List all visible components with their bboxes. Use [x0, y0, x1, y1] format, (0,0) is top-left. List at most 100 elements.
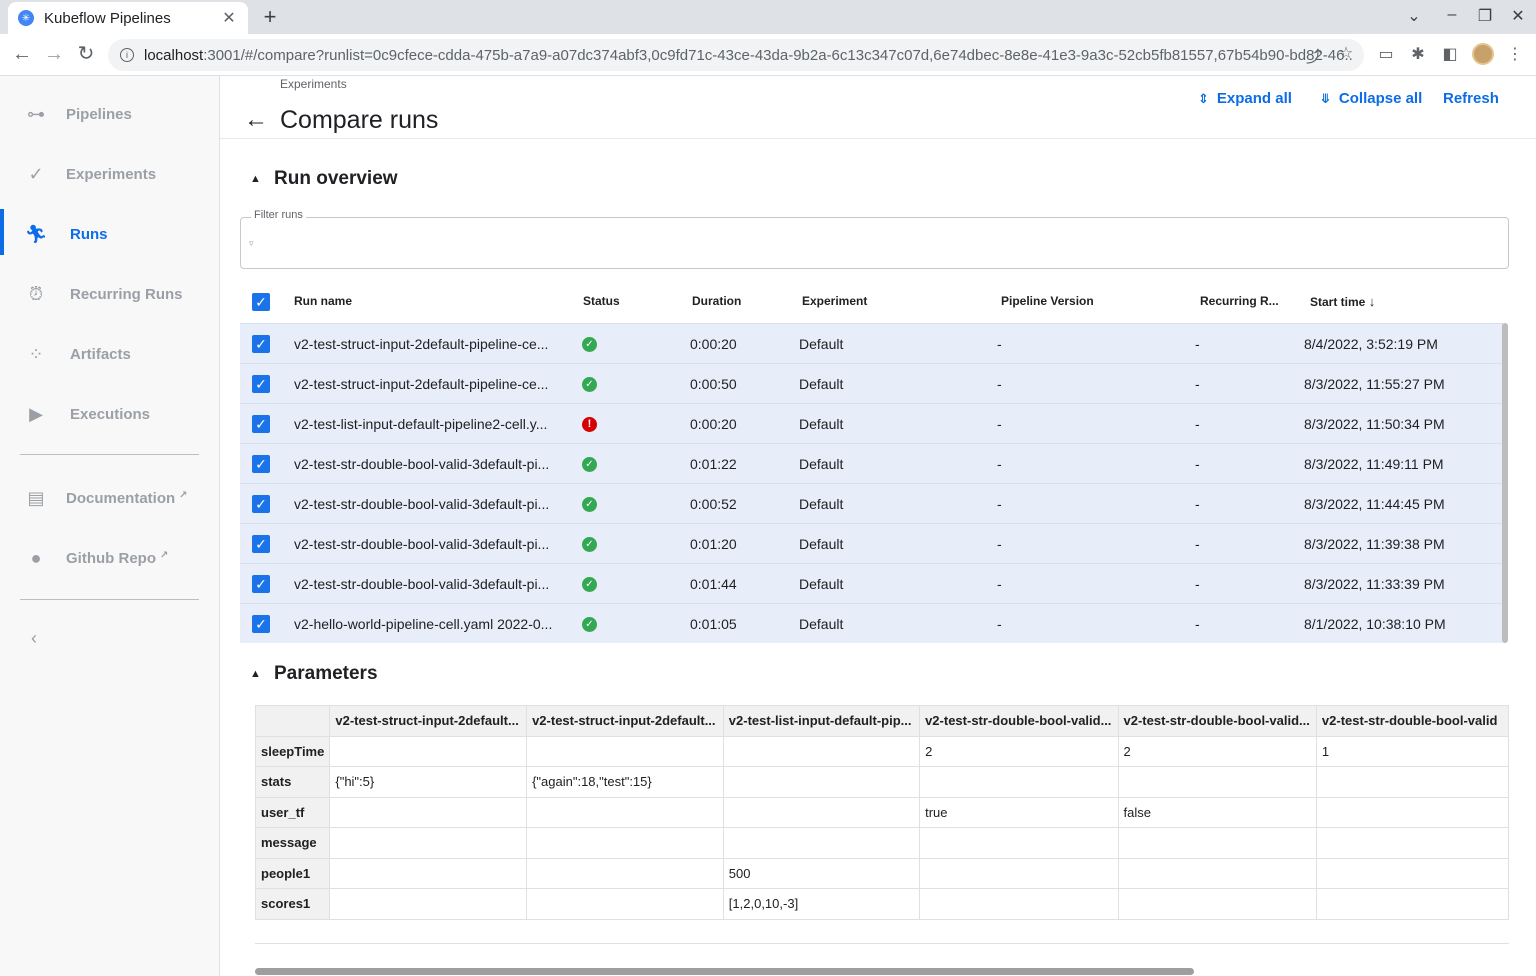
extensions-icon[interactable]: ✱: [1408, 44, 1428, 64]
restore-icon[interactable]: ❐: [1475, 6, 1495, 26]
row-checkbox[interactable]: ✓: [252, 615, 270, 633]
param-name: scores1: [255, 888, 331, 920]
share-icon[interactable]: ⤴: [1304, 43, 1324, 67]
table-row[interactable]: ✓ v2-test-struct-input-2default-pipeline-…: [240, 363, 1503, 403]
sidebar-item-pipelines[interactable]: ⊶ Pipelines: [0, 94, 219, 134]
run-name-link[interactable]: v2-test-str-double-bool-valid-3default-p…: [294, 524, 562, 564]
side-panel-icon[interactable]: ◧: [1440, 44, 1460, 64]
column-header-run-name[interactable]: Run name: [294, 294, 352, 308]
table-row[interactable]: ✓ v2-test-str-double-bool-valid-3default-…: [240, 523, 1503, 563]
row-checkbox[interactable]: ✓: [252, 455, 270, 473]
run-name-link[interactable]: v2-test-list-input-default-pipeline2-cel…: [294, 404, 562, 444]
run-experiment-link[interactable]: Default: [799, 324, 843, 364]
sidebar-link-documentation[interactable]: ▤ Documentation ↗: [0, 478, 219, 518]
external-link-icon: ↗: [160, 549, 169, 561]
column-header-duration[interactable]: Duration: [692, 294, 741, 308]
sidebar-link-github[interactable]: ● Github Repo ↗: [0, 538, 219, 578]
expand-all-button[interactable]: ⇕ Expand all: [1198, 90, 1292, 107]
param-value: [1315, 766, 1509, 798]
run-name-link[interactable]: v2-test-struct-input-2default-pipeline-c…: [294, 364, 562, 404]
run-experiment-link[interactable]: Default: [799, 444, 843, 484]
table-row[interactable]: ✓ v2-test-str-double-bool-valid-3default-…: [240, 443, 1503, 483]
run-overview-title[interactable]: Run overview: [274, 168, 398, 190]
run-name-link[interactable]: v2-test-str-double-bool-valid-3default-p…: [294, 564, 562, 604]
run-experiment-link[interactable]: Default: [799, 604, 843, 644]
site-info-icon[interactable]: i: [120, 48, 134, 62]
table-row[interactable]: ✓ v2-test-str-double-bool-valid-3default-…: [240, 563, 1503, 603]
main-content: Experiments ← Compare runs ⇕ Expand all …: [220, 76, 1536, 976]
column-header-recurring-run[interactable]: Recurring R...: [1200, 294, 1279, 308]
refresh-button[interactable]: Refresh: [1443, 90, 1499, 107]
run-duration: 0:00:20: [690, 336, 737, 352]
run-pipeline-version: -: [997, 496, 1002, 512]
breadcrumb[interactable]: Experiments: [280, 77, 347, 91]
sidebar-item-recurring-runs[interactable]: ⏰︎ Recurring Runs: [0, 274, 219, 314]
collapse-parameters-icon[interactable]: ▲: [250, 668, 261, 680]
table-row[interactable]: ✓ v2-test-list-input-default-pipeline2-ce…: [240, 403, 1503, 443]
row-checkbox[interactable]: ✓: [252, 375, 270, 393]
horizontal-scrollbar[interactable]: [255, 968, 1194, 975]
table-row[interactable]: ✓ v2-test-struct-input-2default-pipeline-…: [240, 323, 1503, 363]
run-name-link[interactable]: v2-hello-world-pipeline-cell.yaml 2022-0…: [294, 604, 562, 644]
sidebar-item-artifacts[interactable]: ⁘ Artifacts: [0, 334, 219, 374]
close-tab-icon[interactable]: ✕: [220, 8, 238, 28]
table-row[interactable]: ✓ v2-hello-world-pipeline-cell.yaml 2022-…: [240, 603, 1503, 643]
row-checkbox[interactable]: ✓: [252, 575, 270, 593]
sidebar-item-experiments[interactable]: ✓ Experiments: [0, 154, 219, 194]
run-experiment-link[interactable]: Default: [799, 524, 843, 564]
filter-runs-field[interactable]: Filter runs ▿: [240, 209, 1509, 269]
run-start-time: 8/3/2022, 11:49:11 PM: [1304, 456, 1444, 472]
browser-menu-icon[interactable]: ⋮: [1505, 44, 1525, 64]
column-header-pipeline-version[interactable]: Pipeline Version: [1001, 294, 1094, 308]
sidebar-item-executions[interactable]: ▶ Executions: [0, 394, 219, 434]
run-experiment-link[interactable]: Default: [799, 564, 843, 604]
select-all-checkbox[interactable]: ✓: [252, 293, 270, 311]
run-experiment-link[interactable]: Default: [799, 364, 843, 404]
run-name-link[interactable]: v2-test-str-double-bool-valid-3default-p…: [294, 444, 562, 484]
close-window-icon[interactable]: ✕: [1508, 6, 1528, 26]
run-duration: 0:00:50: [690, 376, 737, 392]
param-value: [919, 766, 1119, 798]
run-recurring: -: [1195, 536, 1200, 552]
run-recurring: -: [1195, 456, 1200, 472]
column-header-start-time[interactable]: Start time ↓: [1310, 294, 1375, 309]
run-experiment-link[interactable]: Default: [799, 404, 843, 444]
run-experiment-link[interactable]: Default: [799, 484, 843, 524]
sidebar-item-label: Pipelines: [66, 105, 132, 123]
table-row[interactable]: ✓ v2-test-str-double-bool-valid-3default-…: [240, 483, 1503, 523]
vertical-scrollbar[interactable]: [1502, 323, 1508, 643]
row-checkbox[interactable]: ✓: [252, 415, 270, 433]
tab-search-icon[interactable]: ⌄: [1404, 6, 1424, 26]
cast-icon[interactable]: ▭: [1376, 44, 1396, 64]
reload-icon[interactable]: ↻: [74, 42, 98, 66]
column-header-experiment[interactable]: Experiment: [802, 294, 867, 308]
back-arrow-icon[interactable]: ←: [244, 106, 268, 134]
run-duration: 0:01:22: [690, 456, 737, 472]
run-recurring: -: [1195, 576, 1200, 592]
bookmark-star-icon[interactable]: ☆: [1336, 43, 1356, 63]
run-name-link[interactable]: v2-test-struct-input-2default-pipeline-c…: [294, 324, 562, 364]
browser-tab[interactable]: ✳ Kubeflow Pipelines ✕: [8, 2, 248, 34]
run-pipeline-version: -: [997, 536, 1002, 552]
row-checkbox[interactable]: ✓: [252, 535, 270, 553]
tab-title: Kubeflow Pipelines: [44, 9, 171, 27]
profile-avatar[interactable]: [1472, 43, 1494, 65]
forward-icon[interactable]: →: [42, 42, 66, 66]
column-header-status[interactable]: Status: [583, 294, 620, 308]
url-text[interactable]: localhost:3001/#/compare?runlist=0c9cfec…: [144, 47, 1352, 64]
sidebar-item-runs[interactable]: 🏃︎ Runs: [0, 214, 219, 254]
minimize-icon[interactable]: –: [1442, 6, 1462, 24]
collapse-run-overview-icon[interactable]: ▲: [250, 173, 261, 185]
back-icon[interactable]: ←: [10, 42, 34, 66]
collapse-sidebar-button[interactable]: ‹: [0, 618, 219, 658]
run-name-link[interactable]: v2-test-str-double-bool-valid-3default-p…: [294, 484, 562, 524]
url-bar[interactable]: i localhost:3001/#/compare?runlist=0c9cf…: [108, 39, 1364, 71]
collapse-all-button[interactable]: ⤋ Collapse all: [1320, 90, 1422, 107]
chevron-left-icon: ‹: [31, 628, 37, 648]
row-checkbox[interactable]: ✓: [252, 495, 270, 513]
parameters-title[interactable]: Parameters: [274, 663, 378, 685]
row-checkbox[interactable]: ✓: [252, 335, 270, 353]
runs-icon: 🏃︎: [24, 224, 48, 244]
sidebar: ⊶ Pipelines ✓ Experiments 🏃︎ Runs ⏰︎ Rec…: [0, 76, 220, 976]
new-tab-icon[interactable]: +: [258, 4, 282, 30]
